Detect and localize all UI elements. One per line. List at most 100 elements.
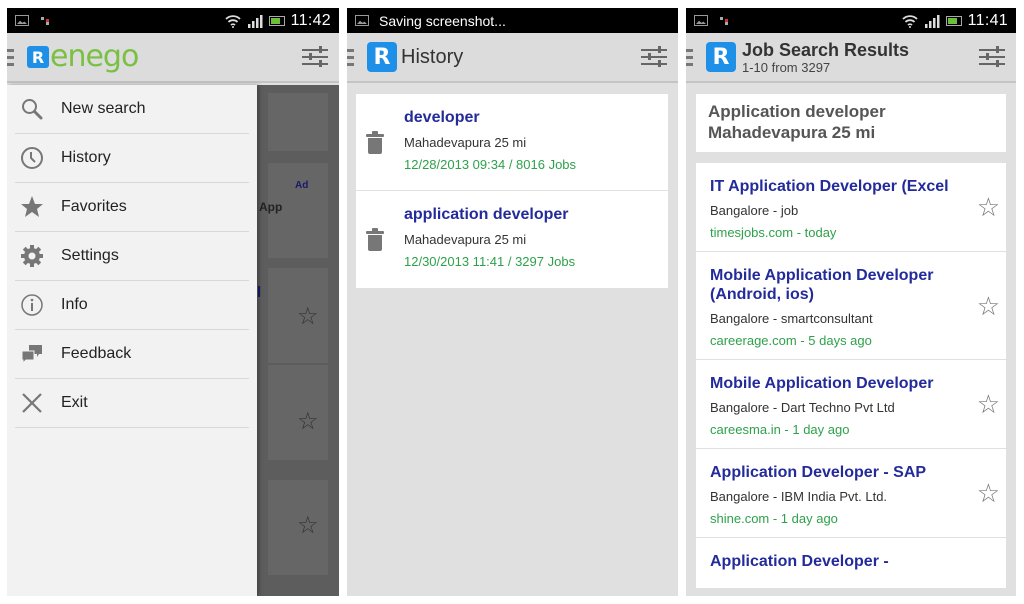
action-bar: R Job Search Results 1-10 from 3297 — [686, 33, 1016, 83]
app-logo-icon[interactable]: R — [27, 46, 49, 68]
favorite-star-icon[interactable]: ☆ — [977, 293, 1000, 319]
status-bar: Saving screenshot... — [347, 8, 678, 33]
job-result[interactable]: Application Developer - — [696, 538, 1006, 589]
menu-icon[interactable] — [7, 48, 15, 66]
favorite-star-icon[interactable]: ☆ — [977, 391, 1000, 417]
screen-results: 11:41 R Job Search Results 1-10 from 329… — [686, 8, 1016, 596]
status-bar: 11:42 — [7, 8, 339, 33]
history-query[interactable]: application developer — [404, 206, 568, 224]
app-logo-icon[interactable]: R — [367, 42, 397, 72]
background-star-icon: ☆ — [297, 408, 319, 435]
favorite-star-icon[interactable]: ☆ — [977, 480, 1000, 506]
menu-item-label: New search — [61, 100, 146, 117]
history-item[interactable]: developer Mahadevapura 25 mi 12/28/2013 … — [356, 94, 668, 191]
star-icon — [19, 194, 45, 220]
job-title[interactable]: Mobile Application Developer (Android, i… — [710, 266, 961, 304]
job-company: Bangalore - job — [710, 203, 799, 218]
app-logo-icon[interactable]: R — [706, 42, 736, 72]
background-star-icon: ☆ — [297, 303, 319, 330]
search-location: Mahadevapura 25 mi — [708, 123, 876, 142]
job-source: timesjobs.com - today — [710, 225, 837, 240]
action-bar: R enego — [7, 33, 339, 83]
menu-item-info[interactable]: Info — [15, 281, 249, 330]
close-icon — [19, 390, 45, 416]
menu-item-settings[interactable]: Settings — [15, 232, 249, 281]
wifi-icon — [902, 14, 918, 28]
notification-text: Saving screenshot... — [379, 12, 506, 29]
page-title: History — [401, 45, 464, 68]
wifi-icon — [225, 14, 241, 28]
screen-history: Saving screenshot... R History developer… — [347, 8, 678, 596]
job-result[interactable]: Mobile Application Developer Bangalore -… — [696, 360, 1006, 449]
navigation-drawer: New search History Favorites Settings In… — [7, 85, 257, 596]
clock-time: 11:41 — [967, 11, 1008, 29]
history-item[interactable]: application developer Mahadevapura 25 mi… — [356, 191, 668, 288]
job-title[interactable]: Application Developer - — [710, 552, 961, 571]
signal-icon — [924, 14, 940, 28]
signal-icon — [247, 14, 263, 28]
brand-name: enego — [50, 39, 139, 74]
job-company: Bangalore - IBM India Pvt. Ltd. — [710, 489, 888, 504]
menu-icon[interactable] — [347, 48, 355, 66]
info-icon — [19, 292, 45, 318]
job-company: Bangalore - smartconsultant — [710, 311, 873, 326]
results-count: 1-10 from 3297 — [742, 59, 831, 75]
favorite-star-icon[interactable]: ☆ — [977, 194, 1000, 220]
menu-item-label: Settings — [61, 247, 119, 264]
menu-item-exit[interactable]: Exit — [15, 379, 249, 428]
filter-sliders-icon[interactable] — [301, 44, 329, 70]
menu-item-history[interactable]: History — [15, 134, 249, 183]
menu-item-label: Exit — [61, 394, 88, 411]
app-notification-icon — [41, 16, 49, 25]
menu-item-label: History — [61, 149, 111, 166]
history-location: Mahadevapura 25 mi — [404, 232, 527, 247]
gallery-notification-icon — [694, 15, 708, 26]
background-app-text: App — [259, 200, 283, 214]
search-icon — [19, 96, 45, 122]
filter-sliders-icon[interactable] — [978, 44, 1006, 70]
job-title[interactable]: Application Developer - SAP — [710, 463, 961, 482]
menu-item-feedback[interactable]: Feedback — [15, 330, 249, 379]
menu-icon[interactable] — [686, 48, 694, 66]
screenshot-notification-icon — [355, 15, 369, 26]
job-source: careesma.in - 1 day ago — [710, 422, 850, 437]
history-meta: 12/28/2013 09:34 / 8016 Jobs — [404, 157, 577, 172]
job-source: careerage.com - 5 days ago — [710, 333, 872, 348]
job-result[interactable]: Mobile Application Developer (Android, i… — [696, 252, 1006, 360]
history-meta: 12/30/2013 11:41 / 3297 Jobs — [404, 254, 576, 269]
app-notification-icon — [720, 16, 728, 25]
job-result[interactable]: IT Application Developer (Excel Bangalor… — [696, 163, 1006, 252]
trash-icon[interactable] — [366, 228, 384, 252]
gallery-notification-icon — [15, 15, 29, 26]
background-card — [268, 93, 328, 151]
trash-icon[interactable] — [366, 131, 384, 155]
job-source: shine.com - 1 day ago — [710, 511, 838, 526]
battery-icon — [945, 15, 962, 26]
job-result[interactable]: Application Developer - SAP Bangalore - … — [696, 449, 1006, 538]
job-title[interactable]: Mobile Application Developer — [710, 374, 961, 393]
filter-sliders-icon[interactable] — [640, 44, 668, 70]
history-location: Mahadevapura 25 mi — [404, 135, 527, 150]
screen-drawer: 11:42 R enego Ad App l ☆ ☆ ☆ New search … — [7, 8, 339, 596]
ad-label: Ad — [295, 180, 309, 191]
history-query[interactable]: developer — [404, 109, 480, 127]
gear-icon — [19, 243, 45, 269]
menu-item-new-search[interactable]: New search — [15, 85, 249, 134]
results-list: IT Application Developer (Excel Bangalor… — [696, 163, 1006, 589]
menu-item-favorites[interactable]: Favorites — [15, 183, 249, 232]
background-star-icon: ☆ — [297, 512, 319, 539]
menu-item-label: Favorites — [61, 198, 127, 215]
job-title[interactable]: IT Application Developer (Excel — [710, 177, 961, 196]
page-title: Job Search Results — [742, 39, 910, 60]
chat-bubbles-icon — [19, 341, 45, 367]
action-bar: R History — [347, 33, 678, 83]
background-title-fragment: l — [257, 284, 262, 301]
search-summary-card: Application developer Mahadevapura 25 mi — [696, 94, 1006, 152]
status-bar: 11:41 — [686, 8, 1016, 33]
menu-item-label: Info — [61, 296, 88, 313]
search-query: Application developer — [708, 102, 886, 121]
menu-item-label: Feedback — [61, 345, 132, 362]
clock-time: 11:42 — [290, 11, 331, 29]
battery-icon — [268, 15, 285, 26]
job-company: Bangalore - Dart Techno Pvt Ltd — [710, 400, 895, 415]
